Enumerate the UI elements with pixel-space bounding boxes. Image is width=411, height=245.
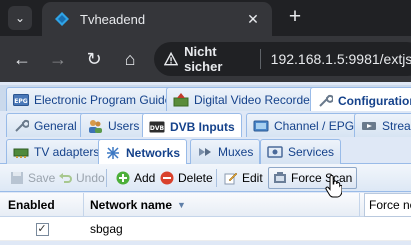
tab-tv-adapters[interactable]: TV adapters (6, 139, 107, 164)
dvb-inputs-tabbar: TV adapters Networks Muxes Services (0, 137, 411, 165)
force-scan-icon (274, 172, 286, 183)
tab-label: Electronic Program Guide (34, 93, 172, 107)
tab-services[interactable]: Services (260, 139, 342, 164)
undo-label: Undo (76, 171, 105, 185)
reload-button[interactable]: ↻ (80, 45, 108, 73)
users-icon (89, 120, 102, 133)
tab-configuration[interactable]: Configuration (310, 87, 411, 113)
warning-triangle-icon (164, 51, 179, 66)
tab-label: Configuration (338, 93, 411, 108)
column-header-network-name[interactable]: Network name ▼ (84, 193, 360, 217)
new-tab-button[interactable]: + (282, 4, 308, 30)
tab-dvb-inputs[interactable]: DVB DVB Inputs (142, 113, 242, 139)
tab-channel-epg[interactable]: Channel / EPG (246, 113, 362, 138)
toolbar-separator (216, 169, 217, 187)
tab-close-icon[interactable]: ✕ (242, 11, 264, 28)
edit-button[interactable]: Edit (220, 167, 267, 189)
configuration-tabbar: General Users DVB DVB Inputs Channel / E… (0, 111, 411, 139)
save-button[interactable]: Save (6, 167, 59, 189)
networks-grid-header: Enabled Network name ▼ Force new (0, 193, 411, 217)
tab-general[interactable]: General (6, 113, 84, 138)
security-indicator[interactable]: Nicht sicher (164, 44, 261, 74)
wrench-icon (15, 119, 29, 132)
hand-cursor-icon (325, 175, 342, 198)
delete-button[interactable]: Delete (156, 167, 217, 189)
add-label: Add (134, 171, 156, 185)
browser-tabstrip: ⌄ Tvheadend ✕ + (0, 0, 411, 36)
enabled-checkbox[interactable]: ✓ (35, 222, 49, 236)
column-header-enabled[interactable]: Enabled (0, 193, 84, 217)
edit-label: Edit (242, 171, 263, 185)
save-icon (11, 172, 23, 184)
delete-icon (160, 171, 174, 185)
sort-descending-icon: ▼ (177, 200, 186, 210)
tvheadend-logo-icon (55, 12, 69, 26)
url-text[interactable]: 192.168.1.5:9981/extjs.h (271, 51, 411, 67)
undo-button[interactable]: Undo (54, 167, 109, 189)
stream-icon (362, 122, 376, 130)
tab-muxes[interactable]: Muxes (190, 139, 261, 164)
enabled-cell: ✓ (0, 217, 84, 241)
adapter-icon (13, 148, 29, 158)
network-name-cell[interactable]: sbgag (84, 217, 360, 241)
tab-label: Channel / EPG (274, 119, 355, 133)
main-tabbar: EPG Electronic Program Guide Digital Vid… (0, 85, 411, 113)
home-button[interactable]: ⌂ (116, 45, 144, 73)
edit-icon (224, 172, 238, 185)
tab-label: Users (108, 119, 140, 133)
tab-stream[interactable]: Stream (354, 113, 411, 138)
networks-toolbar: Save Undo Add Delete Edit Force Scan (0, 164, 411, 192)
svg-text:EPG: EPG (14, 98, 27, 105)
epg-icon: EPG (13, 94, 29, 106)
add-button[interactable]: Add (112, 167, 159, 189)
wrench-icon (319, 94, 333, 107)
dvr-icon (173, 93, 189, 107)
tab-label: Services (288, 145, 335, 159)
toolbar-separator (106, 169, 107, 187)
tab-label: DVB Inputs (170, 119, 235, 134)
column-header-force-new[interactable]: Force new (364, 193, 411, 217)
tab-title: Tvheadend (80, 11, 146, 27)
delete-label: Delete (178, 171, 213, 185)
tvheadend-page: EPG Electronic Program Guide Digital Vid… (0, 82, 411, 245)
save-label: Save (28, 171, 56, 185)
tab-label: TV adapters (34, 145, 100, 159)
svg-text:DVB: DVB (150, 125, 165, 132)
tv-icon (253, 120, 269, 132)
forward-button[interactable]: → (44, 45, 72, 73)
tab-label: Networks (126, 145, 181, 160)
tab-users[interactable]: Users (80, 113, 147, 138)
browser-toolbar: ← → ↻ ⌂ Nicht sicher 192.168.1.5:9981/ex… (0, 36, 411, 82)
tab-label: Digital Video Recorder (194, 93, 314, 107)
add-icon (116, 171, 130, 185)
tab-label: Stream (382, 119, 411, 133)
force-scan-button[interactable]: Force Scan (268, 167, 358, 189)
back-button[interactable]: ← (8, 45, 36, 73)
dvb-icon: DVB (149, 121, 165, 132)
tab-networks[interactable]: Networks (98, 139, 188, 165)
tab-dvr[interactable]: Digital Video Recorder (166, 87, 321, 112)
network-icon (107, 146, 119, 159)
security-label: Nicht sicher (184, 44, 223, 74)
mux-icon (199, 148, 211, 156)
services-icon (267, 146, 283, 158)
force-scan-label: Force Scan (291, 171, 353, 185)
tab-epg[interactable]: EPG Electronic Program Guide (6, 87, 179, 112)
column-header-label: Network name (90, 198, 173, 212)
tab-label: General (34, 119, 77, 133)
undo-icon (59, 173, 72, 183)
browser-tab-tvheadend[interactable]: Tvheadend ✕ (42, 2, 272, 36)
tab-search-button[interactable]: ⌄ (8, 6, 32, 30)
tab-label: Muxes (218, 145, 254, 159)
table-row[interactable]: ✓ sbgag (0, 217, 411, 241)
address-bar[interactable]: Nicht sicher 192.168.1.5:9981/extjs.h (154, 42, 411, 76)
